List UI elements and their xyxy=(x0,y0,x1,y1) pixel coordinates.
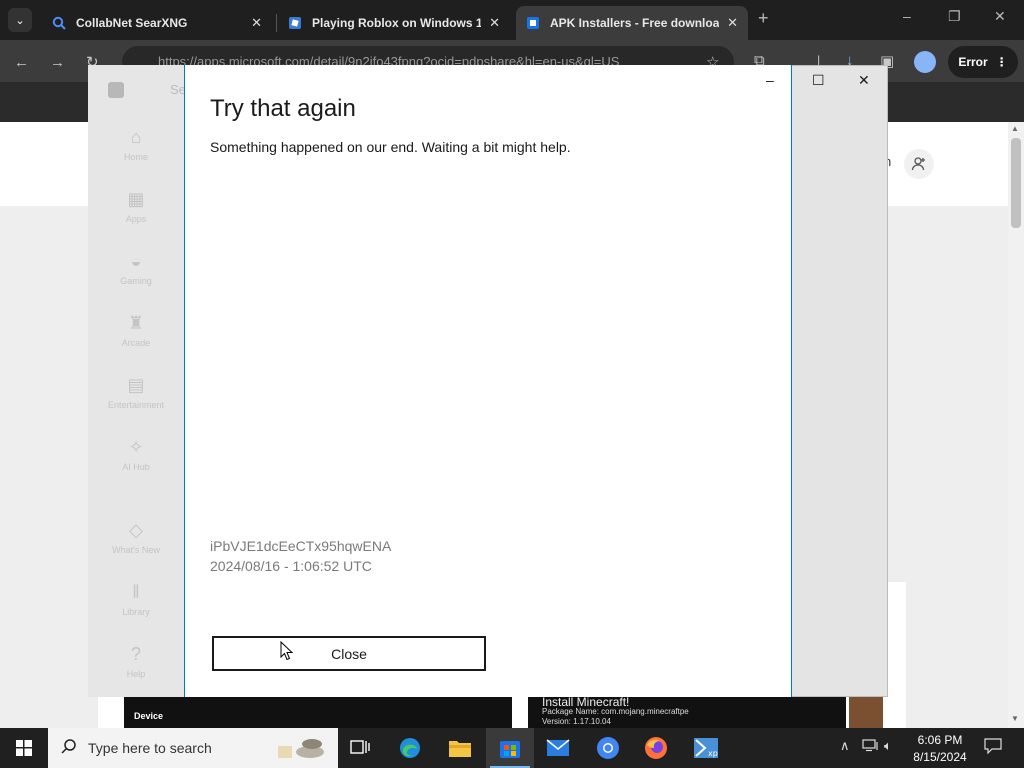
maximize-icon[interactable]: ☐ xyxy=(812,72,825,89)
tab-collabnet-searxng[interactable]: CollabNet SearXNG ✕ xyxy=(42,6,272,40)
forward-icon[interactable]: → xyxy=(50,54,65,71)
microsoft-store-icon[interactable] xyxy=(486,728,534,768)
search-icon xyxy=(52,16,66,30)
tab-separator xyxy=(276,14,277,32)
tab-apk-installers[interactable]: APK Installers - Free download ✕ xyxy=(516,6,748,40)
file-explorer-icon[interactable] xyxy=(436,728,484,768)
nav-arcade[interactable]: ♜ Arcade xyxy=(88,312,184,348)
nav-home[interactable]: ⌂ Home xyxy=(88,126,184,162)
banner-title: Install Minecraft! xyxy=(542,695,630,709)
nav-label: Apps xyxy=(125,214,147,224)
taskbar-search-placeholder[interactable]: Type here to search xyxy=(88,740,212,756)
more-vert-icon: ⋮ xyxy=(995,55,1008,69)
minecraft-banner[interactable]: Install Minecraft! Package Name: com.moj… xyxy=(528,695,846,728)
clock-time: 6:06 PM xyxy=(917,733,963,747)
nav-label: Library xyxy=(122,607,150,617)
close-icon[interactable]: ✕ xyxy=(251,15,262,31)
mouse-cursor-icon xyxy=(280,640,294,666)
account-icon[interactable] xyxy=(904,149,934,179)
apps-icon: ▦ xyxy=(127,189,145,209)
error-timestamp: 2024/08/16 - 1:06:52 UTC xyxy=(210,558,372,574)
store-logo-icon xyxy=(108,82,124,98)
tab-search-button[interactable]: ⌄ xyxy=(8,8,32,32)
svg-text:xp: xp xyxy=(708,749,718,758)
error-label: Error xyxy=(958,55,988,69)
page-favicon xyxy=(288,16,302,30)
device-banner: Device xyxy=(124,697,512,728)
dialog-message: Something happened on our end. Waiting a… xyxy=(210,139,571,155)
restore-icon[interactable]: ❐ xyxy=(948,8,961,25)
firefox-icon[interactable] xyxy=(632,728,680,768)
nav-label: AI Hub xyxy=(122,462,150,472)
nav-whats-new[interactable]: ◇ What's New xyxy=(88,519,184,555)
entertainment-icon: ▤ xyxy=(127,375,145,395)
tab-title: Playing Roblox on Windows 11 xyxy=(312,16,482,30)
clock-date: 8/15/2024 xyxy=(913,750,967,764)
close-button[interactable]: Close xyxy=(212,636,486,671)
network-icon[interactable] xyxy=(862,738,880,755)
mail-icon[interactable] xyxy=(534,728,582,768)
edge-icon[interactable] xyxy=(386,728,434,768)
tab-title: CollabNet SearXNG xyxy=(76,16,188,30)
chrome-icon[interactable] xyxy=(584,728,632,768)
banner-package: Package Name: com.mojang.minecraftpe xyxy=(542,707,689,716)
nav-label: Gaming xyxy=(120,276,152,286)
arcade-icon: ♜ xyxy=(127,313,145,333)
gaming-icon: ◒ xyxy=(130,251,142,271)
close-icon[interactable]: ✕ xyxy=(727,15,738,31)
close-window-icon[interactable]: ✕ xyxy=(994,8,1006,25)
minimize-icon[interactable]: – xyxy=(766,72,774,88)
task-view-icon[interactable] xyxy=(336,728,384,768)
banner-version: Version: 1.17.10.04 xyxy=(542,717,611,726)
xp-app-icon[interactable]: xp xyxy=(682,728,730,768)
nav-gaming[interactable]: ◒ Gaming xyxy=(88,250,184,286)
notification-icon[interactable] xyxy=(984,738,1002,757)
new-tab-icon[interactable]: + xyxy=(758,8,769,29)
nav-library[interactable]: ‖ Library xyxy=(88,581,184,617)
tab-playing-roblox[interactable]: Playing Roblox on Windows 11 ✕ xyxy=(278,6,510,40)
error-code: iPbVJE1dcEeCTx95hqwENA xyxy=(210,538,392,554)
system-clock[interactable]: 6:06 PM 8/15/2024 xyxy=(904,732,976,766)
nav-label: Arcade xyxy=(121,338,151,348)
windows-start-icon[interactable] xyxy=(0,728,48,768)
avatar[interactable] xyxy=(914,51,936,73)
store-favicon xyxy=(526,16,540,30)
search-icon xyxy=(60,738,78,761)
library-icon: ‖ xyxy=(132,582,140,602)
minimize-icon[interactable]: – xyxy=(903,8,911,24)
volume-icon[interactable]: 🔈︎ xyxy=(884,738,892,754)
dialog-title: Try that again xyxy=(210,95,356,122)
nav-label: Help xyxy=(126,669,146,679)
minecraft-thumbnail xyxy=(849,697,883,728)
help-icon: ? xyxy=(130,644,141,664)
home-icon: ⌂ xyxy=(130,127,142,147)
search-highlight-icon xyxy=(270,732,334,764)
nav-entertainment[interactable]: ▤ Entertainment xyxy=(88,374,184,410)
nav-label: What's New xyxy=(112,545,160,555)
nav-apps[interactable]: ▦ Apps xyxy=(88,188,184,224)
error-dialog: Try that again Something happened on our… xyxy=(184,65,792,697)
nav-help[interactable]: ? Help xyxy=(88,643,184,679)
close-icon[interactable]: ✕ xyxy=(489,15,500,31)
nav-label: Home xyxy=(123,152,148,162)
scroll-up-icon[interactable]: ▲ xyxy=(1011,124,1019,133)
tab-title: APK Installers - Free download xyxy=(550,16,720,30)
chevron-up-icon[interactable]: ∧ xyxy=(840,738,850,754)
scroll-down-icon[interactable]: ▼ xyxy=(1011,714,1019,723)
profile-error-button[interactable]: Error ⋮ xyxy=(948,46,1018,78)
whats-new-icon: ◇ xyxy=(129,520,143,540)
ai-hub-icon: ✧ xyxy=(128,437,144,457)
nav-label: Entertainment xyxy=(107,400,165,410)
scrollbar-thumb[interactable] xyxy=(1011,138,1021,228)
close-window-icon[interactable]: ✕ xyxy=(858,72,870,89)
back-icon[interactable]: ← xyxy=(14,54,29,71)
nav-ai-hub[interactable]: ✧ AI Hub xyxy=(88,436,184,472)
